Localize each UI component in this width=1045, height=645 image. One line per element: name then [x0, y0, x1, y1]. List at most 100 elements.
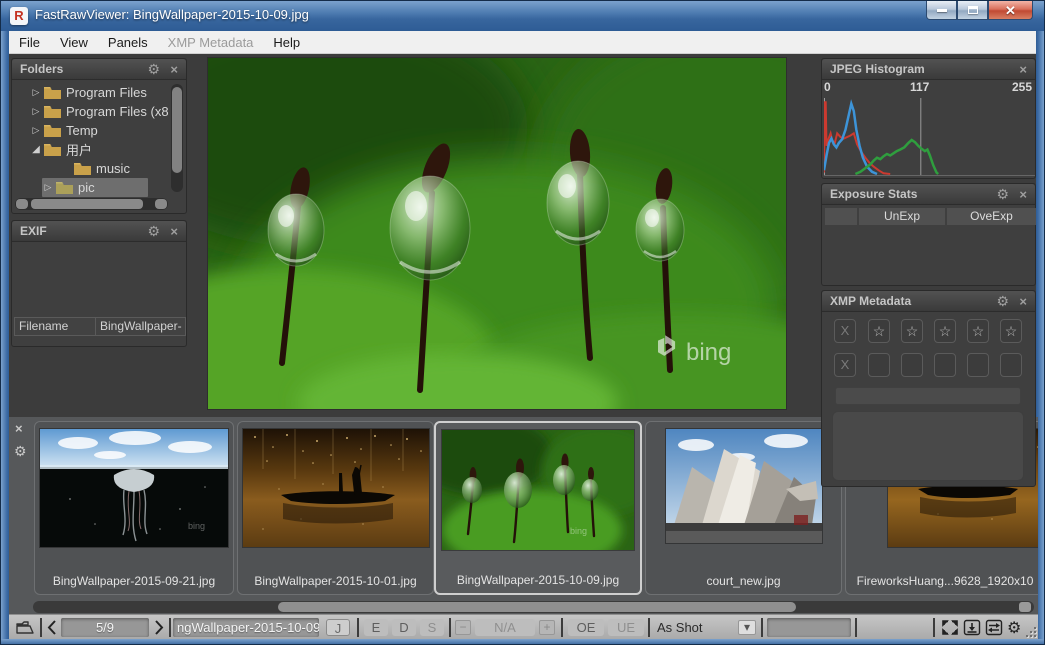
folder-icon [44, 105, 61, 118]
menu-xmp-metadata[interactable]: XMP Metadata [158, 31, 264, 54]
thumbnail-image: bing [442, 430, 634, 550]
folder-icon [56, 181, 73, 194]
thumbnail-court[interactable]: court_new.jpg [645, 421, 842, 595]
close-icon[interactable]: × [170, 59, 178, 80]
menu-panels[interactable]: Panels [98, 31, 158, 54]
close-icon[interactable]: × [1019, 184, 1027, 205]
divider [40, 618, 42, 637]
gear-icon[interactable]: ⚙ [147, 221, 160, 242]
label-clear-button[interactable]: X [834, 353, 856, 377]
thumbnail-filename: BingWallpaper-2015-10-01.jpg [238, 574, 433, 588]
tick-255: 255 [1012, 80, 1032, 94]
thumbnail-filename: FireworksHuang...9628_1920x10 [846, 574, 1038, 588]
menu-help[interactable]: Help [263, 31, 310, 54]
star-2-button[interactable]: ☆ [901, 319, 923, 343]
color-label-1-button[interactable] [868, 353, 890, 377]
maximize-icon [968, 6, 978, 14]
fullscreen-button[interactable] [941, 619, 959, 636]
details-toggle-button[interactable]: D [392, 619, 416, 636]
scrollbar-thumb[interactable] [31, 199, 143, 209]
chevron-right-icon[interactable]: ▷ [30, 87, 42, 98]
exposure-toggle-button[interactable]: E [364, 619, 388, 636]
thumbnail-droplets-selected[interactable]: bing BingWallpaper-2015-10-09.jpg [434, 421, 642, 595]
color-label-4-button[interactable] [967, 353, 989, 377]
scrollbar-thumb[interactable] [172, 87, 182, 173]
folders-vertical-scrollbar[interactable] [171, 84, 183, 192]
folder-icon [44, 143, 61, 156]
close-icon[interactable]: × [1019, 59, 1027, 80]
status-field [767, 618, 851, 637]
app-icon: R [10, 7, 28, 25]
close-icon[interactable]: × [15, 421, 23, 436]
download-button[interactable] [963, 619, 981, 636]
tree-item-music[interactable]: music [14, 159, 170, 178]
close-icon[interactable]: × [1019, 291, 1027, 312]
resize-grip[interactable] [1026, 627, 1036, 637]
panel-swap-button[interactable] [985, 619, 1003, 636]
minimize-button[interactable] [926, 1, 957, 20]
color-label-5-button[interactable] [1000, 353, 1022, 377]
scrollbar-thumb[interactable] [278, 602, 796, 612]
jpeg-toggle-button[interactable]: J [326, 619, 350, 636]
thumbnail-jellyfish[interactable]: bing BingWallpaper-2015-09-21.jpg [34, 421, 234, 595]
gear-icon[interactable]: ⚙ [14, 443, 27, 460]
star-1-button[interactable]: ☆ [868, 319, 890, 343]
bottom-toolbar: 5/9 ngWallpaper-2015-10-09.jp J E D S − … [9, 614, 1038, 639]
xmp-description-textarea[interactable] [832, 411, 1024, 481]
decrease-exposure-button[interactable]: − [455, 620, 471, 635]
star-5-button[interactable]: ☆ [1000, 319, 1022, 343]
tree-item-program-files-x86[interactable]: ▷ Program Files (x8 [14, 102, 170, 121]
menu-bar: File View Panels XMP Metadata Help [9, 31, 1038, 54]
open-folder-button[interactable] [15, 619, 35, 636]
scrollbar-right-cap[interactable] [155, 199, 167, 209]
white-balance-dropdown[interactable]: ▾ [738, 620, 756, 635]
scrollbar-left-cap[interactable] [16, 199, 28, 209]
folder-icon [74, 162, 91, 175]
title-bar[interactable]: R FastRawViewer: BingWallpaper-2015-10-0… [1, 1, 1045, 31]
filmstrip-scrollbar[interactable] [33, 601, 1034, 613]
tree-item-program-files[interactable]: ▷ Program Files [14, 83, 170, 102]
close-icon[interactable]: × [170, 221, 178, 242]
menu-view[interactable]: View [50, 31, 98, 54]
chevron-right-icon[interactable]: ▷ [30, 106, 42, 117]
sharpening-toggle-button[interactable]: S [420, 619, 444, 636]
maximize-button[interactable] [957, 1, 988, 20]
gear-icon[interactable]: ⚙ [996, 184, 1009, 205]
gear-icon[interactable]: ⚙ [996, 291, 1009, 312]
white-balance-label: As Shot [657, 615, 703, 640]
chevron-expanded-icon[interactable]: ◢ [30, 144, 42, 155]
divider [449, 618, 451, 637]
thumbnail-golden-boat[interactable]: BingWallpaper-2015-10-01.jpg [237, 421, 434, 595]
exposure-col-unexp: UnExp [859, 208, 945, 225]
gear-icon[interactable]: ⚙ [147, 59, 160, 80]
next-image-button[interactable] [153, 619, 165, 636]
tree-item-users[interactable]: ◢ 用户 [14, 140, 170, 159]
settings-gear-button[interactable]: ⚙ [1007, 615, 1021, 640]
tree-item-temp[interactable]: ▷ Temp [14, 121, 170, 140]
star-3-button[interactable]: ☆ [934, 319, 956, 343]
main-image-viewer[interactable]: bing [208, 58, 786, 409]
exif-row-filename: Filename BingWallpaper- [14, 317, 186, 336]
xmp-title-input[interactable] [835, 387, 1021, 405]
folders-horizontal-scrollbar[interactable] [15, 198, 168, 210]
underexposure-toggle-button[interactable]: UE [608, 619, 644, 636]
overexposure-toggle-button[interactable]: OE [568, 619, 604, 636]
increase-exposure-button[interactable]: + [539, 620, 555, 635]
chevron-right-icon[interactable]: ▷ [30, 125, 42, 136]
exif-panel: EXIF ⚙ × Filename BingWallpaper- [11, 220, 187, 347]
divider [761, 618, 763, 637]
previous-image-button[interactable] [46, 619, 58, 636]
window-border-bottom [1, 639, 1045, 645]
bing-watermark: bing [570, 526, 587, 536]
menu-file[interactable]: File [9, 31, 50, 54]
color-label-2-button[interactable] [901, 353, 923, 377]
color-label-3-button[interactable] [934, 353, 956, 377]
scrollbar-end-button[interactable] [1019, 602, 1031, 612]
exposure-col-oveexp: OveExp [947, 208, 1036, 225]
rating-clear-button[interactable]: X [834, 319, 856, 343]
tree-item-pic[interactable]: ▷ pic [14, 178, 170, 197]
close-button[interactable]: ✕ [988, 1, 1033, 20]
star-4-button[interactable]: ☆ [967, 319, 989, 343]
chevron-right-icon[interactable]: ▷ [42, 182, 54, 193]
thumbnail-filename: BingWallpaper-2015-09-21.jpg [35, 574, 233, 588]
